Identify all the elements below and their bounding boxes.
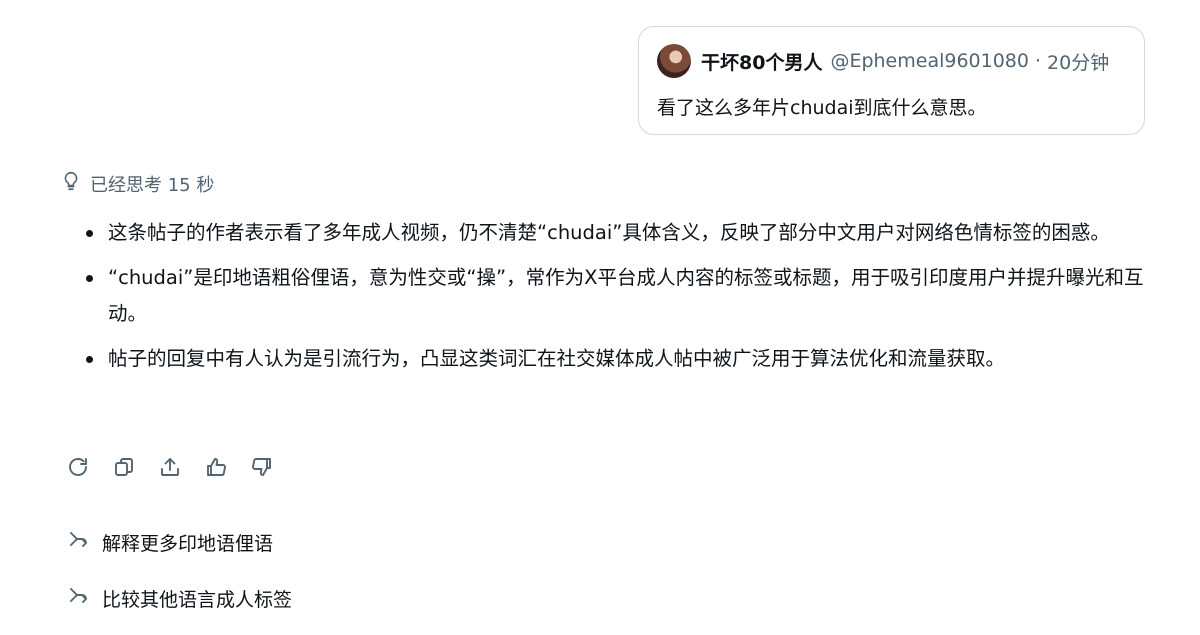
- thinking-label: 已经思考 15 秒: [90, 174, 215, 196]
- follow-up-arrow-icon: [66, 528, 90, 557]
- bullet-item: “chudai”是印地语粗俗俚语，意为性交或“操”，常作为X平台成人内容的标签或…: [80, 260, 1160, 332]
- follow-up-arrow-icon: [66, 584, 90, 613]
- thumbs-up-icon[interactable]: [204, 455, 228, 479]
- post-handle[interactable]: @Ephemeal9601080: [830, 50, 1029, 72]
- answer-body: 这条帖子的作者表示看了多年成人视频，仍不清楚“chudai”具体含义，反映了部分…: [80, 215, 1160, 386]
- regenerate-icon[interactable]: [66, 455, 90, 479]
- post-text: 看了这么多年片chudai到底什么意思。: [657, 97, 987, 119]
- bullet-item: 这条帖子的作者表示看了多年成人视频，仍不清楚“chudai”具体含义，反映了部分…: [80, 215, 1160, 251]
- suggestion-label: 比较其他语言成人标签: [102, 589, 293, 611]
- response-actions: [66, 455, 274, 479]
- thinking-indicator[interactable]: 已经思考 15 秒: [60, 170, 214, 197]
- chat-page: 干坏80个男人 @Ephemeal9601080 · 20分钟 看了这么多年片c…: [0, 0, 1200, 635]
- quoted-post-card[interactable]: 干坏80个男人 @Ephemeal9601080 · 20分钟 看了这么多年片c…: [638, 26, 1145, 135]
- post-author[interactable]: 干坏80个男人: [701, 48, 822, 75]
- copy-icon[interactable]: [112, 455, 136, 479]
- lightbulb-icon: [60, 170, 82, 197]
- suggestion-compare-tags[interactable]: 比较其他语言成人标签: [66, 584, 292, 613]
- suggestion-label: 解释更多印地语俚语: [102, 533, 274, 555]
- suggestion-hindi-slang[interactable]: 解释更多印地语俚语: [66, 528, 273, 557]
- post-header: 干坏80个男人 @Ephemeal9601080 · 20分钟: [657, 43, 1126, 79]
- post-time: 20分钟: [1047, 51, 1110, 74]
- separator-dot: ·: [1035, 50, 1042, 72]
- avatar[interactable]: [657, 44, 691, 78]
- bullet-item: 帖子的回复中有人认为是引流行为，凸显这类词汇在社交媒体成人帖中被广泛用于算法优化…: [80, 341, 1160, 377]
- share-icon[interactable]: [158, 455, 182, 479]
- thumbs-down-icon[interactable]: [250, 455, 274, 479]
- answer-bullet-list: 这条帖子的作者表示看了多年成人视频，仍不清楚“chudai”具体含义，反映了部分…: [80, 215, 1160, 377]
